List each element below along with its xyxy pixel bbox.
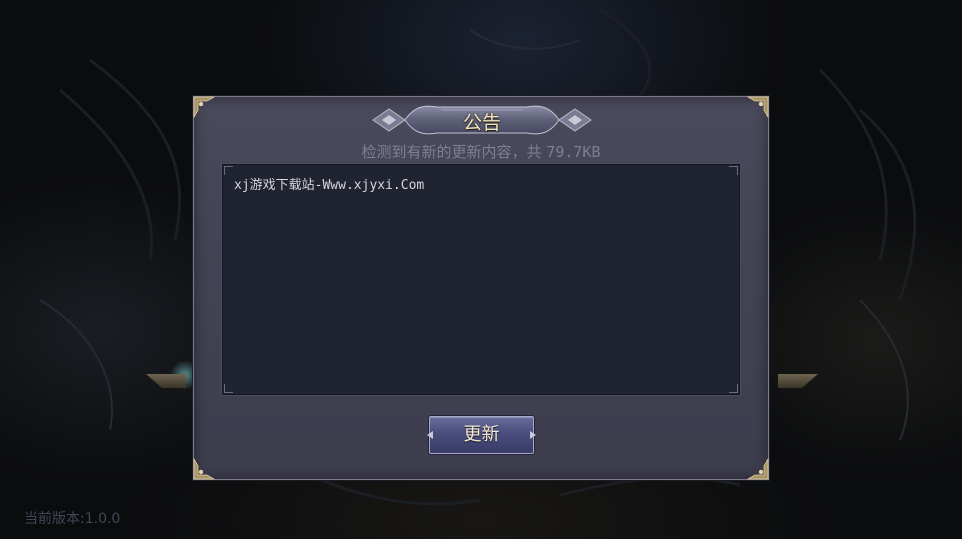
dialog-title: 公告 [462,112,501,134]
update-notice-text: 检测到有新的更新内容，共 [361,143,547,161]
corner-ornament-icon [193,96,216,119]
content-corner-mark [729,166,738,175]
content-corner-mark [224,166,233,175]
corner-ornament-icon [746,457,769,480]
content-corner-mark [224,384,233,393]
content-corner-mark [729,384,738,393]
corner-ornament-icon [193,457,216,480]
update-size-value: 79.7KB [546,143,601,161]
game-launcher-screen: 公告 检测到有新的更新内容，共 79.7KB xj游戏下载站-Www.xjyxi… [0,0,962,539]
announcement-content-box[interactable]: xj游戏下载站-Www.xjyxi.Com [221,163,741,396]
update-button[interactable]: 更新 [427,416,536,454]
announcement-text: xj游戏下载站-Www.xjyxi.Com [234,178,425,193]
announcement-dialog: 公告 检测到有新的更新内容，共 79.7KB xj游戏下载站-Www.xjyxi… [193,96,769,480]
title-plate: 公告 [371,101,593,139]
corner-ornament-icon [746,96,769,119]
button-arrow-right-icon [530,431,536,439]
update-size-notice: 检测到有新的更新内容，共 79.7KB [194,141,768,162]
version-label: 当前版本:1.0.0 [24,511,121,527]
update-button-label: 更新 [463,424,500,445]
